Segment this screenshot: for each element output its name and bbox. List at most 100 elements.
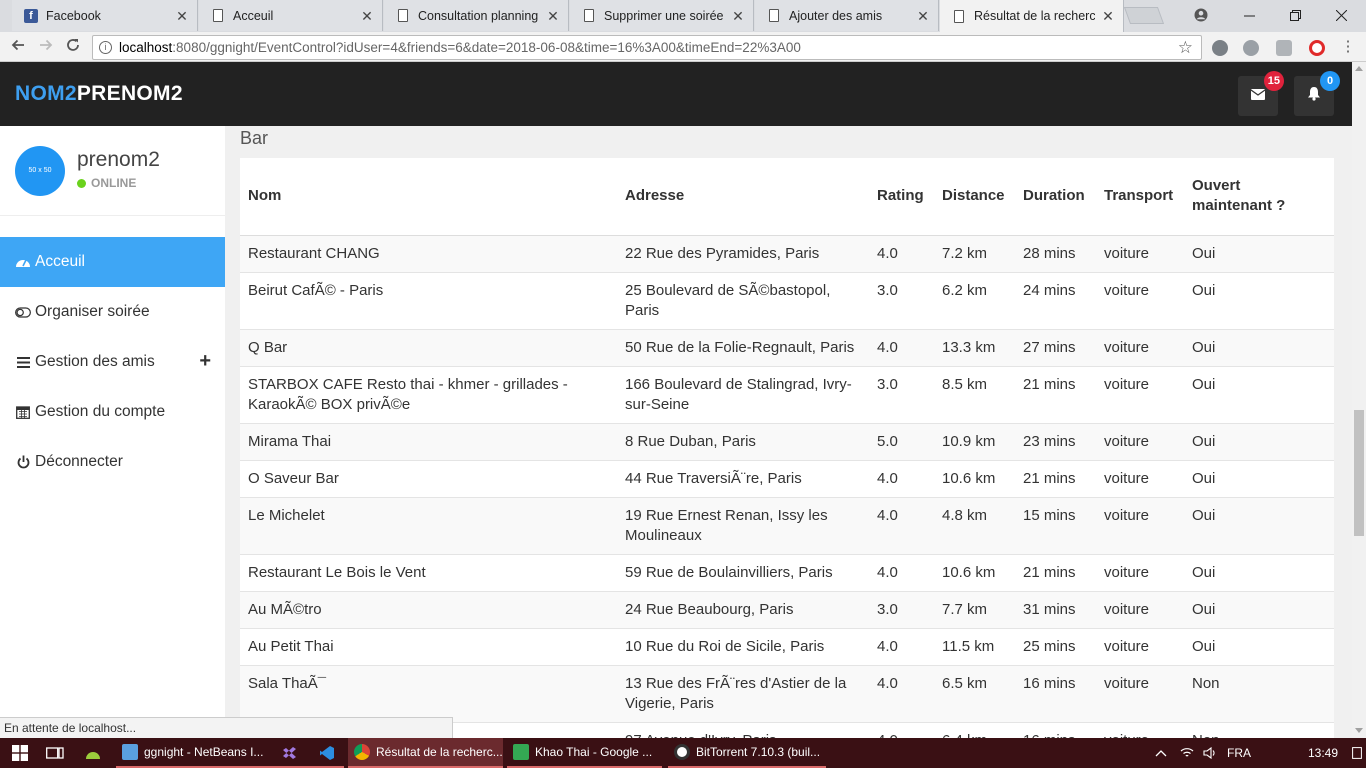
minimize-icon[interactable] [1226,0,1272,30]
messages-button[interactable]: 15 [1238,71,1284,116]
close-icon[interactable]: ✕ [360,9,374,23]
cell-transport: voiture [1096,664,1184,722]
cell-nom: Le Michelet [240,496,617,554]
cell-ouvert: Oui [1184,234,1334,272]
online-status-label: ONLINE [91,176,137,190]
close-icon[interactable]: ✕ [1101,9,1115,23]
reload-icon[interactable] [63,37,83,57]
sidebar: 50 x 50 prenom2 ONLINE Acceuil Organiser… [0,126,225,738]
cell-ouvert: Oui [1184,271,1334,329]
cell-distance: 7.7 km [934,590,1015,628]
task-view-icon[interactable] [44,738,66,768]
sidebar-item-gestion-compte[interactable]: Gestion du compte [0,387,225,437]
volume-icon[interactable] [1203,738,1217,768]
cell-rating: 4.0 [869,553,934,591]
results-table: Nom Adresse Rating Distance Duration Tra… [240,158,1334,738]
info-icon[interactable]: i [99,41,112,54]
tray-chevron-icon[interactable] [1155,738,1167,768]
forward-arrow-icon[interactable] [36,37,56,57]
cell-transport: voiture [1096,553,1184,591]
cell-distance: 7.2 km [934,234,1015,272]
cell-distance: 10.6 km [934,459,1015,497]
bell-icon [1307,86,1321,106]
results-card: Nom Adresse Rating Distance Duration Tra… [240,158,1334,738]
cell-distance: 13.3 km [934,328,1015,366]
vscode-icon[interactable] [316,738,338,768]
cell-adresse: 10 Rue du Roi de Sicile, Paris [617,627,869,665]
cell-adresse: 59 Rue de Boulainvilliers, Paris [617,553,869,591]
close-icon[interactable]: ✕ [175,9,189,23]
maps-icon [513,744,529,760]
tab-facebook[interactable]: f Facebook ✕ [12,0,198,31]
android-extension-icon[interactable] [1276,40,1292,56]
sidebar-item-label: Gestion des amis [35,353,155,370]
cell-ouvert: Oui [1184,496,1334,554]
cell-nom: STARBOX CAFE Resto thai - khmer - grilla… [240,365,617,423]
new-tab-button[interactable] [1123,7,1165,24]
clock[interactable]: 13:49 [1308,738,1338,768]
column-header-transport: Transport [1096,158,1184,236]
android-studio-icon[interactable] [83,738,103,768]
extension-icon[interactable] [1212,40,1228,56]
taskbar-label: Khao Thai - Google ... [535,745,653,759]
sidebar-item-gestion-amis[interactable]: Gestion des amis + [0,337,225,387]
notifications-button[interactable]: 0 [1294,71,1340,116]
brand-part1: NOM2 [15,82,77,105]
tab-acceuil[interactable]: Acceuil ✕ [199,0,383,31]
sidebar-item-acceuil[interactable]: Acceuil [0,237,225,287]
cell-transport: voiture [1096,590,1184,628]
scroll-up-icon[interactable] [1355,66,1363,71]
brand-logo[interactable]: NOM2PRENOM2 [15,82,183,106]
sidebar-item-organiser-soiree[interactable]: Organiser soirée [0,287,225,337]
column-header-duration: Duration [1015,158,1096,236]
bittorrent-icon [674,744,690,760]
page-icon [396,9,410,23]
close-icon[interactable]: ✕ [916,9,930,23]
taskbar-label: BitTorrent 7.10.3 (buil... [696,745,821,759]
list-icon [15,356,31,368]
cell-distance: 8.5 km [934,365,1015,423]
visual-studio-icon[interactable] [279,738,301,768]
brand-part2: PRENOM2 [76,82,183,105]
tab-supprimer-soiree[interactable]: Supprimer une soirée ✕ [570,0,754,31]
opera-extension-icon[interactable] [1309,40,1325,56]
windows-start-icon[interactable] [10,738,30,768]
back-arrow-icon[interactable] [8,37,28,57]
sidebar-item-deconnecter[interactable]: Déconnecter [0,437,225,487]
column-header-distance: Distance [934,158,1015,236]
table-row: Au Petit Thai 10 Rue du Roi de Sicile, P… [240,627,1334,665]
scrollbar-thumb[interactable] [1354,410,1364,536]
tab-title: Ajouter des amis [789,8,883,23]
cell-adresse: 97 Avenue d'Ivry, Paris [617,721,869,738]
restore-icon[interactable] [1272,0,1318,30]
bookmark-star-icon[interactable]: ☆ [1178,36,1193,59]
scroll-down-icon[interactable] [1355,728,1363,733]
browser-menu-icon[interactable]: ⋮ [1338,37,1358,57]
page-scrollbar[interactable] [1352,62,1366,738]
language-indicator[interactable]: FRA [1227,738,1251,768]
tab-ajouter-amis[interactable]: Ajouter des amis ✕ [755,0,939,31]
taskbar-bittorrent[interactable]: BitTorrent 7.10.3 (buil... [668,738,826,768]
cell-duration: 21 mins [1015,459,1096,497]
notification-center-icon[interactable] [1352,738,1362,768]
extension-icon[interactable] [1243,40,1259,56]
tab-consultation-planning[interactable]: Consultation planning s ✕ [384,0,569,31]
table-row: Beirut CafÃ© - Paris 25 Boulevard de SÃ©… [240,271,1334,329]
close-icon[interactable]: ✕ [546,9,560,23]
profile-icon[interactable] [1178,0,1224,30]
taskbar-netbeans[interactable]: ggnight - NetBeans I... [116,738,344,768]
close-icon[interactable]: ✕ [731,9,745,23]
avatar[interactable]: 50 x 50 [15,146,65,196]
tab-resultat-recherche[interactable]: Résultat de la recherche ✕ [940,0,1124,32]
cell-rating: 4.0 [869,721,934,738]
address-bar[interactable]: i localhost:8080/ggnight/EventControl?id… [92,35,1202,60]
windows-taskbar: ggnight - NetBeans I... Résultat de la r… [0,738,1366,768]
taskbar-label: Résultat de la recherc... [376,745,503,759]
taskbar-chrome[interactable]: Résultat de la recherc... [348,738,503,768]
plus-icon[interactable]: + [199,351,211,371]
cell-nom: Sala ThaÃ¯ [240,664,617,722]
close-window-icon[interactable] [1318,0,1364,30]
wifi-icon[interactable] [1180,738,1194,768]
taskbar-maps[interactable]: Khao Thai - Google ... [507,738,662,768]
column-header-nom: Nom [240,158,617,236]
